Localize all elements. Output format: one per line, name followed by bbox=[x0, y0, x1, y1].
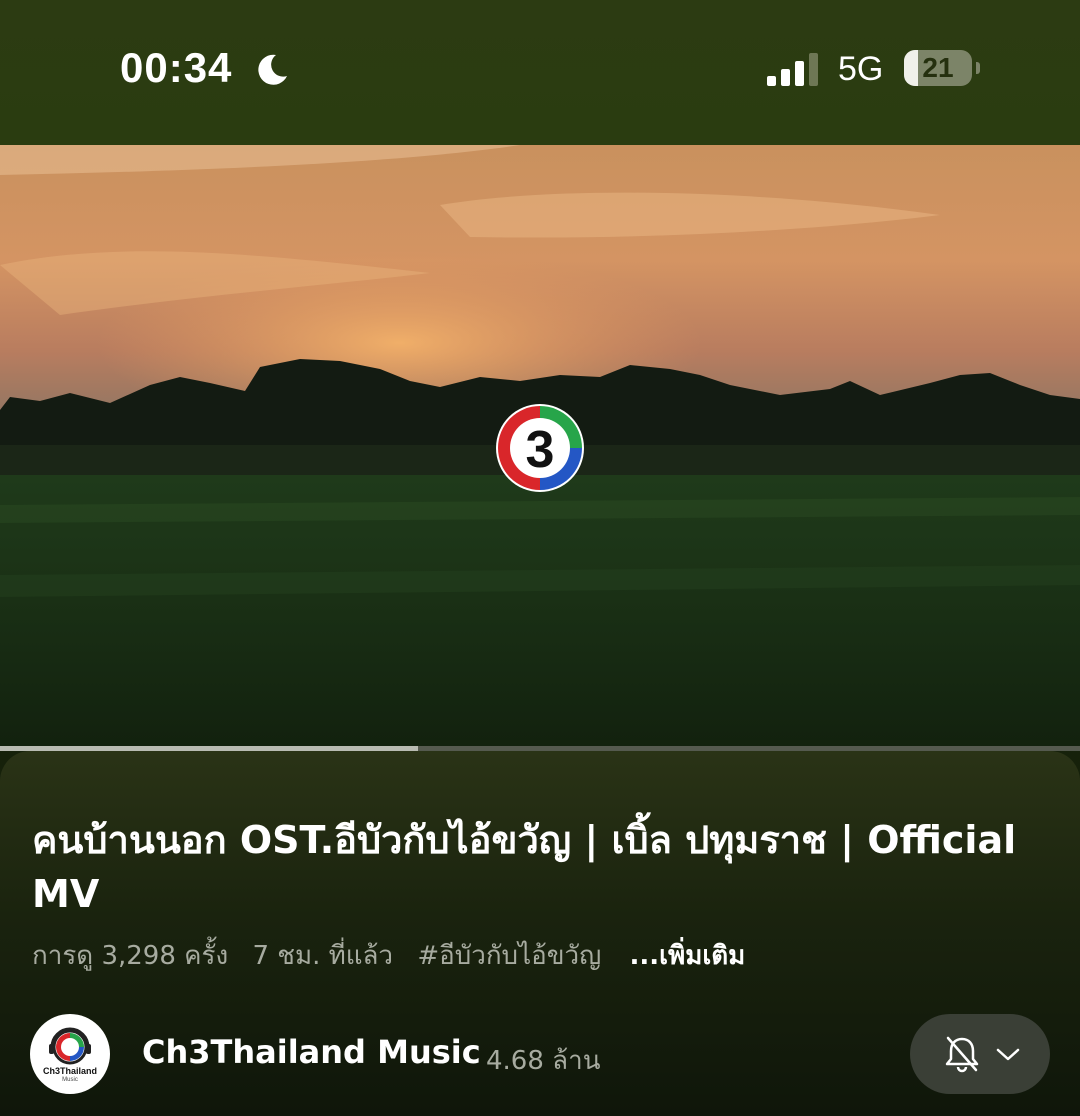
battery-body: 21 bbox=[904, 50, 972, 86]
signal-bars-icon bbox=[767, 53, 818, 86]
video-player[interactable]: 3 bbox=[0, 145, 1080, 749]
channel-3-logo-text: 3 bbox=[526, 421, 555, 479]
clock-time: 00:34 bbox=[120, 44, 233, 91]
chevron-down-icon bbox=[996, 1048, 1020, 1061]
avatar-subtext: Music bbox=[62, 1077, 78, 1083]
channel-3-logo: 3 bbox=[496, 404, 584, 492]
app-screen: 00:34 5G 21 3 คนบ้านนอก OST.อีบัวกับไอ้ข… bbox=[0, 0, 1080, 1116]
video-meta[interactable]: การดู 3,298 ครั้ง 7 ชม. ที่แล้ว #อีบัวกั… bbox=[32, 935, 1052, 976]
bell-off-icon bbox=[945, 1036, 979, 1073]
network-type: 5G bbox=[838, 50, 884, 88]
battery-percent: 21 bbox=[922, 52, 954, 83]
video-frame: 3 bbox=[0, 145, 1080, 749]
battery-icon: 21 bbox=[904, 50, 984, 88]
video-info-panel: คนบ้านนอก OST.อีบัวกับไอ้ขวัญ | เบิ้ล ปท… bbox=[0, 751, 1080, 1116]
subscription-notification-button[interactable] bbox=[910, 1014, 1050, 1094]
channel-avatar[interactable]: Ch3Thailand Music bbox=[30, 1014, 110, 1094]
status-bar: 00:34 5G 21 bbox=[0, 0, 1080, 145]
view-count: การดู 3,298 ครั้ง bbox=[32, 941, 229, 971]
subscriber-count: 4.68 ล้าน bbox=[486, 1046, 601, 1076]
battery-tip bbox=[976, 62, 980, 74]
moon-icon bbox=[258, 54, 287, 85]
channel-name[interactable]: Ch3Thailand Music bbox=[142, 1033, 481, 1071]
video-title[interactable]: คนบ้านนอก OST.อีบัวกับไอ้ขวัญ | เบิ้ล ปท… bbox=[32, 813, 1042, 921]
hashtag-link[interactable]: #อีบัวกับไอ้ขวัญ bbox=[417, 941, 601, 971]
show-more-link[interactable]: ...เพิ่มเติม bbox=[630, 941, 746, 971]
time-ago: 7 ชม. ที่แล้ว bbox=[252, 941, 394, 971]
avatar-text: Ch3Thailand bbox=[42, 1066, 97, 1076]
